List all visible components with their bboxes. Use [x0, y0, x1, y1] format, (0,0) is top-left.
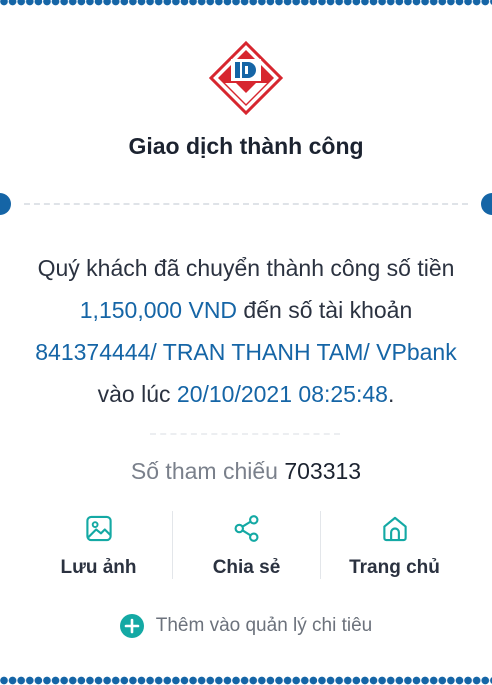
home-icon — [382, 516, 407, 542]
amount: 1,150,000 VND — [79, 297, 238, 323]
share-button[interactable]: Chia sẻ — [172, 511, 320, 579]
image-icon — [85, 515, 112, 542]
separator: / — [363, 339, 377, 365]
divider — [24, 203, 468, 205]
add-expense-label: Thêm vào quản lý chi tiêu — [155, 615, 373, 636]
reference-number: 703313 — [284, 458, 362, 484]
save-image-button[interactable]: Lưu ảnh — [25, 511, 172, 579]
message-text: đến số tài khoản — [237, 297, 413, 323]
bank-name: VPbank — [376, 339, 457, 365]
transaction-datetime: 20/10/2021 08:25:48 — [176, 381, 388, 407]
message-end: . — [387, 381, 395, 407]
reference-label: Số tham chiếu — [130, 458, 278, 484]
page-title: Giao dịch thành công — [128, 133, 364, 159]
bottom-scalloped-border — [0, 676, 492, 685]
plus-circle-icon — [119, 614, 144, 638]
separator: / — [150, 339, 163, 365]
home-button[interactable]: Trang chủ — [320, 511, 468, 579]
top-scalloped-border — [0, 0, 492, 6]
message-text: vào lúc — [97, 381, 177, 407]
transaction-message: Quý khách đã chuyển thành công số tiền 1… — [22, 247, 470, 415]
ticket-notch-right — [481, 193, 492, 215]
share-icon — [234, 515, 259, 542]
account-name: TRAN THANH TAM — [162, 339, 364, 365]
save-image-label: Lưu ảnh — [60, 557, 137, 578]
action-bar: Lưu ảnh Chia sẻ Trang chủ — [25, 511, 468, 579]
ticket-notch-left — [0, 193, 11, 215]
message-text: Quý khách đã chuyển thành công số tiền — [37, 255, 455, 281]
account-number: 841374444 — [35, 339, 151, 365]
divider-short — [150, 433, 340, 435]
home-label: Trang chủ — [349, 557, 440, 578]
share-label: Chia sẻ — [212, 557, 281, 578]
reference-row: Số tham chiếu 703313 — [0, 458, 492, 485]
bank-logo — [209, 41, 283, 115]
add-expense-button[interactable]: Thêm vào quản lý chi tiêu — [0, 614, 492, 638]
